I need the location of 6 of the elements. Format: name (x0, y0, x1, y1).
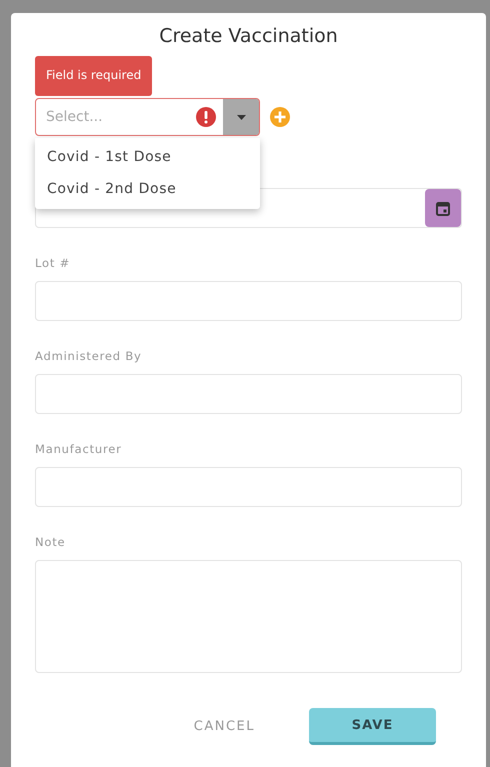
dialog-title: Create Vaccination (158, 24, 339, 49)
field-label: Lot # (35, 255, 70, 271)
field-label: Manufacturer (35, 441, 122, 457)
field-label: Note (35, 534, 66, 550)
error-tooltip: Field is required (35, 56, 152, 96)
field-label: Administered By (35, 348, 142, 364)
